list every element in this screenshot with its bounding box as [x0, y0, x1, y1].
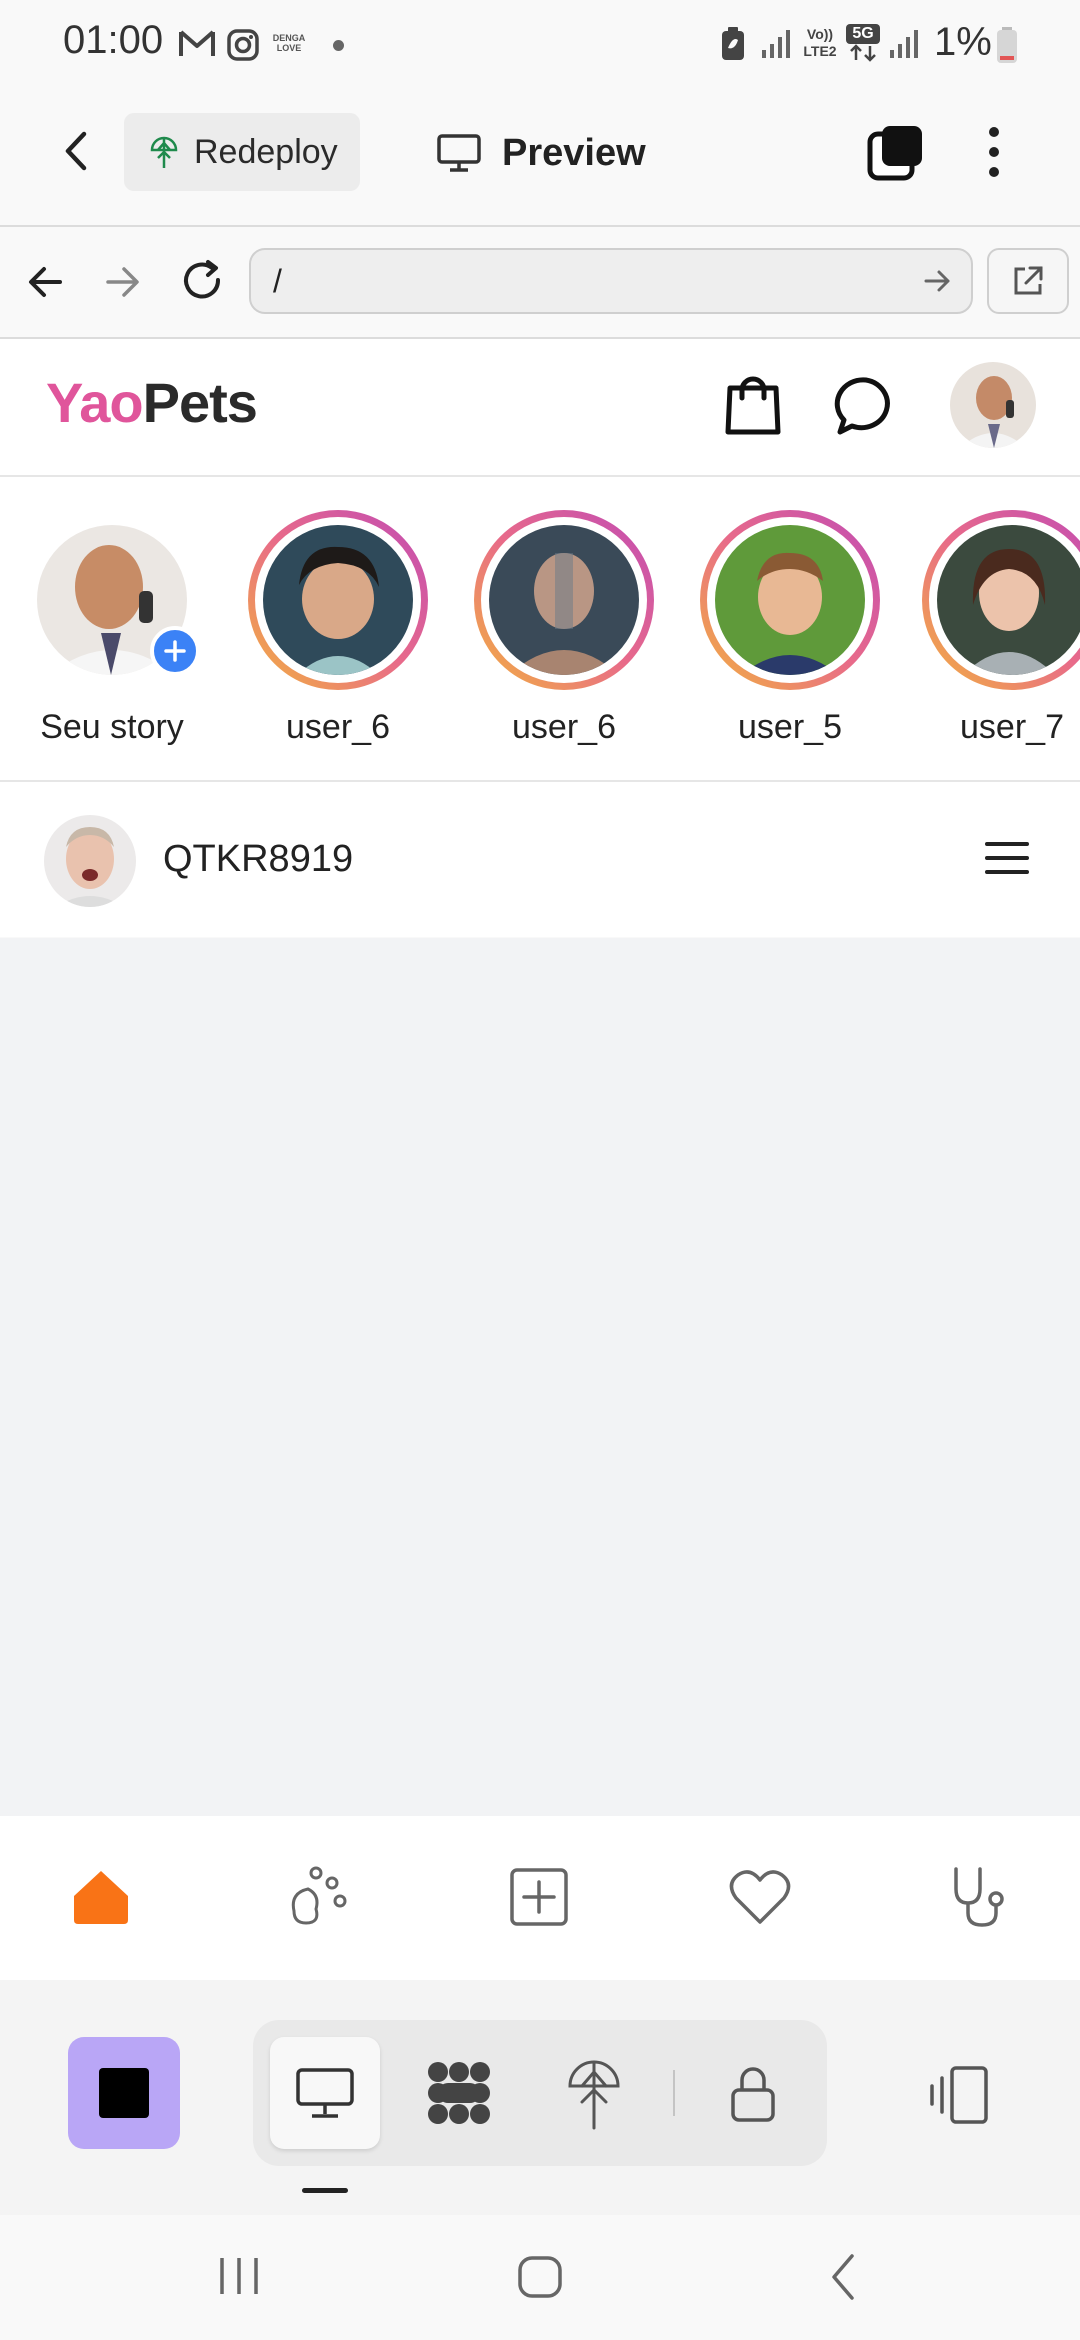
preview-label: Preview — [502, 131, 646, 174]
nav-pets[interactable] — [286, 1865, 350, 1929]
battery-percent: 1% — [934, 20, 992, 64]
home-button-icon[interactable] — [516, 2254, 564, 2300]
5g-badge: 5G — [846, 24, 880, 44]
story-label: user_6 — [286, 708, 390, 746]
preview-tab[interactable]: Preview — [436, 122, 646, 184]
signal-icon — [760, 28, 792, 60]
home-icon — [74, 1871, 128, 1924]
mode-desktop-button[interactable] — [270, 2037, 380, 2149]
hamburger-menu-icon[interactable] — [984, 838, 1030, 878]
story-ring — [248, 510, 428, 690]
story-item[interactable]: user_6 — [248, 510, 428, 747]
open-external-button[interactable] — [987, 248, 1069, 314]
volte-icon: Vo)) LTE2 — [803, 26, 837, 59]
feed-content — [0, 938, 1080, 1816]
gmail-icon — [178, 28, 216, 60]
signal-icon — [888, 28, 920, 60]
stop-icon — [99, 2068, 149, 2118]
story-label: user_5 — [738, 708, 842, 746]
story-own[interactable]: Seu story — [22, 510, 202, 747]
story-avatar — [937, 525, 1080, 675]
denga-love-icon: DENGA LOVE — [272, 33, 306, 53]
system-back-icon[interactable] — [826, 2252, 860, 2302]
profile-avatar[interactable] — [950, 362, 1036, 448]
paw-icon — [291, 1866, 347, 1925]
url-input[interactable] — [249, 248, 973, 314]
reload-icon[interactable] — [180, 258, 226, 304]
instagram-icon — [226, 28, 260, 62]
story-label: Seu story — [40, 708, 184, 746]
battery-icon — [996, 26, 1018, 64]
nav-vet[interactable] — [946, 1865, 1010, 1929]
active-mode-indicator — [302, 2188, 348, 2193]
stethoscope-icon — [954, 1867, 1004, 1927]
mode-divider — [673, 2070, 675, 2116]
brand-part1: Yao — [46, 371, 144, 434]
story-ring — [922, 510, 1080, 690]
brand-part2: Pets — [142, 371, 258, 434]
redeploy-icon — [150, 136, 178, 168]
nav-home[interactable] — [69, 1865, 133, 1929]
lock-icon[interactable] — [728, 2064, 778, 2124]
dot-icon — [333, 40, 344, 51]
post-author-avatar[interactable] — [44, 815, 136, 907]
stop-button[interactable] — [68, 2037, 180, 2149]
nav-favorites[interactable] — [728, 1865, 792, 1929]
brand-logo[interactable]: YaoPets — [46, 370, 258, 435]
recent-apps-icon[interactable] — [214, 2256, 264, 2296]
battery-saver-icon — [720, 26, 746, 62]
story-avatar — [263, 525, 413, 675]
post-header — [0, 782, 1080, 937]
post-username[interactable]: QTKR8919 — [163, 838, 353, 881]
redeploy-button[interactable]: Redeploy — [124, 113, 360, 191]
chat-icon[interactable] — [834, 374, 898, 438]
heart-icon — [729, 1870, 791, 1924]
back-button[interactable] — [56, 126, 100, 176]
add-story-icon[interactable] — [150, 626, 200, 676]
network-icon[interactable] — [424, 2058, 494, 2128]
redeploy-label: Redeploy — [194, 132, 338, 171]
story-label: user_6 — [512, 708, 616, 746]
story-avatar — [489, 525, 639, 675]
browser-back-icon[interactable] — [24, 262, 66, 302]
status-time: 01:00 — [63, 18, 164, 62]
add-post-icon — [510, 1868, 568, 1926]
story-item[interactable]: user_5 — [700, 510, 880, 747]
story-item[interactable]: user_7 — [922, 510, 1080, 747]
desktop-icon — [437, 134, 481, 172]
story-item[interactable]: user_6 — [474, 510, 654, 747]
browser-forward-icon[interactable] — [102, 262, 144, 302]
nav-new-post[interactable] — [507, 1865, 571, 1929]
5g-icon: 5G — [846, 24, 880, 64]
shopping-bag-icon[interactable] — [720, 370, 786, 438]
story-ring — [474, 510, 654, 690]
external-link-icon — [1014, 266, 1043, 295]
go-arrow-icon[interactable] — [922, 266, 954, 296]
desktop-icon — [296, 2068, 354, 2118]
story-label: user_7 — [960, 708, 1064, 746]
device-rotate-icon[interactable] — [922, 2064, 990, 2126]
more-menu-icon[interactable] — [982, 124, 1006, 180]
story-ring — [700, 510, 880, 690]
story-avatar — [715, 525, 865, 675]
deploy-icon[interactable] — [566, 2056, 622, 2130]
tabs-icon[interactable] — [866, 122, 926, 182]
